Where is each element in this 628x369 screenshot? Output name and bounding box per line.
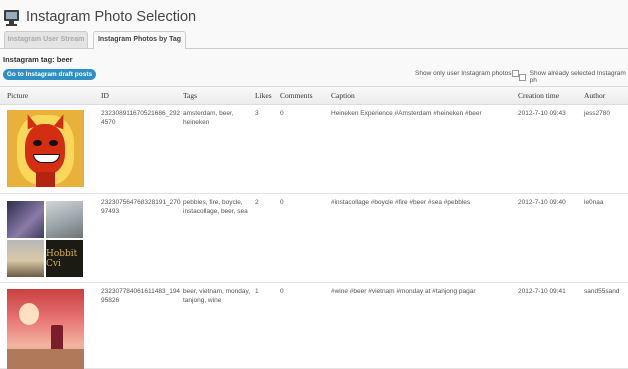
photo-caption: Heineken Experience #Amsterdam #heineken… (331, 110, 482, 117)
only-user-label: Show only user Instagram photos (415, 70, 512, 77)
photos-table: Picture ID Tags Likes Comments Caption C… (0, 86, 628, 369)
draft-posts-button[interactable]: Go to Instagram draft posts (3, 69, 96, 80)
header-likes[interactable]: Likes (255, 87, 272, 104)
table-row[interactable]: Hobbit Cvi 232307564768328191_27097493 p… (0, 194, 628, 283)
header-creation-time[interactable]: Creation time (518, 87, 559, 104)
page-title: Instagram Photo Selection (26, 9, 197, 25)
photo-id: 232307564768328191_27097493 (101, 199, 181, 215)
photo-id: 232307784061611483_19495826 (101, 288, 181, 304)
photo-author: jess2780 (584, 110, 611, 117)
header-caption[interactable]: Caption (331, 87, 355, 104)
header-tags[interactable]: Tags (183, 87, 197, 104)
monitor-icon (3, 9, 20, 26)
photo-tags: pebbles, fire, boycle, instacollage, bee… (183, 199, 248, 215)
photo-author: le0naa (584, 199, 604, 206)
photo-likes: 2 (255, 199, 259, 206)
collage-image[interactable]: Hobbit Cvi (7, 201, 84, 277)
tab-user-stream[interactable]: Instagram User Stream (4, 31, 88, 48)
title-bar: Instagram Photo Selection (3, 5, 196, 29)
photo-comments: 0 (280, 288, 284, 295)
collage-text: Hobbit Cvi (46, 240, 83, 277)
photo-tags: amsterdam, beer, heineken (183, 110, 234, 126)
photo-comments: 0 (280, 110, 284, 117)
photo-tags: beer, vietnam, monday, tanjong, wine (183, 288, 251, 304)
devil-mascot-image[interactable] (7, 110, 84, 187)
table-row[interactable]: 232307784061611483_19495826 beer, vietna… (0, 283, 628, 369)
photo-author: sand55sand (584, 288, 620, 295)
tab-bar: Instagram User Stream Instagram Photos b… (0, 31, 628, 49)
photo-comments: 0 (280, 199, 284, 206)
header-id[interactable]: ID (101, 87, 109, 104)
photo-time: 2012-7-10 09:40 (518, 199, 566, 206)
photo-likes: 1 (255, 288, 259, 295)
photo-caption: #instacollage #boycle #fire #beer #sea #… (331, 199, 471, 206)
tag-heading: Instagram tag: beer (3, 55, 73, 64)
only-user-option: Show only user Instagram photos (415, 70, 523, 77)
already-selected-checkbox[interactable] (519, 73, 526, 81)
photo-likes: 3 (255, 110, 259, 117)
already-selected-option: Show already selected Instagram ph (518, 70, 628, 84)
already-selected-label: Show already selected Instagram ph (529, 70, 626, 84)
photo-caption: #wine #beer #vietnam #monday at #tanjong… (331, 288, 476, 295)
table-row[interactable]: 232308911670521686_2924570 amsterdam, be… (0, 105, 628, 194)
header-picture[interactable]: Picture (7, 87, 28, 104)
photo-time: 2012-7-10 09:41 (518, 288, 566, 295)
table-header: Picture ID Tags Likes Comments Caption C… (0, 87, 628, 105)
photo-time: 2012-7-10 09:43 (518, 110, 566, 117)
tab-photos-by-tag[interactable]: Instagram Photos by Tag (93, 31, 186, 49)
bar-scene-image[interactable] (7, 289, 84, 369)
header-author[interactable]: Author (584, 87, 605, 104)
photo-id: 232308911670521686_2924570 (101, 110, 181, 126)
header-comments[interactable]: Comments (280, 87, 313, 104)
